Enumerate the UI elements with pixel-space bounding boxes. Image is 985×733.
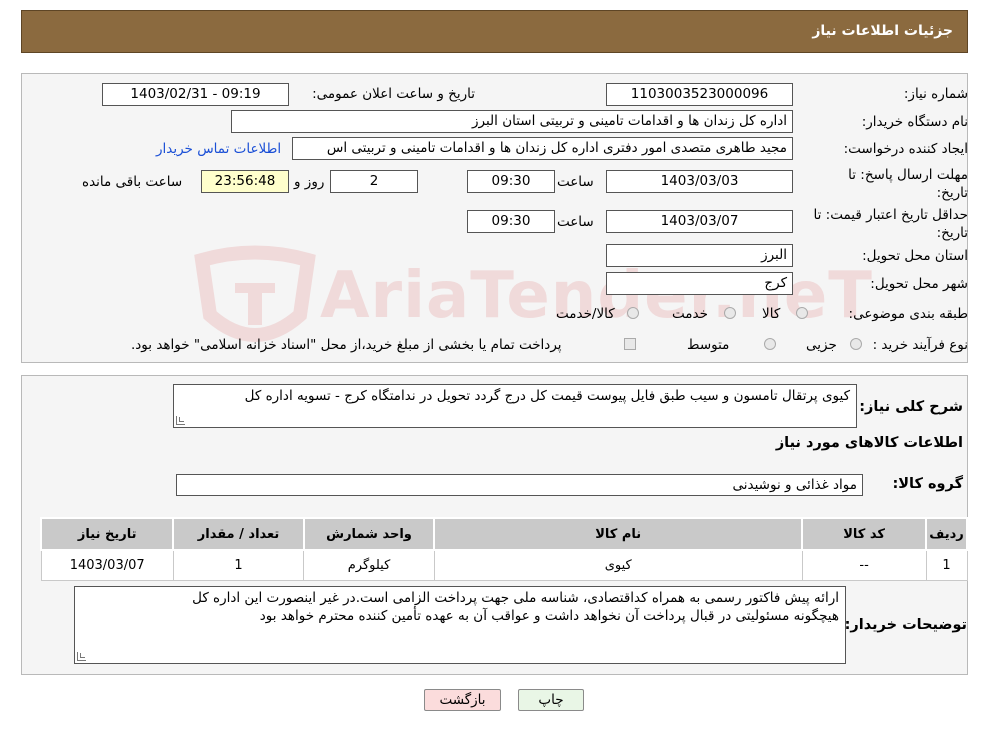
- buyer-contact-link[interactable]: اطلاعات تماس خریدار: [156, 141, 281, 157]
- need-number-field: 1103003523000096: [606, 83, 793, 106]
- table-row: 1 -- کیوی کیلوگرم 1 1403/03/07: [40, 549, 968, 581]
- cell-date: 1403/03/07: [40, 549, 174, 581]
- category-goods-radio[interactable]: [796, 307, 808, 319]
- deadline-time-field: 09:30: [467, 170, 555, 193]
- buyer-notes-line1: ارائه پیش فاکتور رسمی به همراه کداقتصادی…: [192, 590, 839, 606]
- col-unit: واحد شمارش: [302, 517, 436, 551]
- items-table: ردیف کد کالا نام کالا واحد شمارش تعداد /…: [39, 517, 968, 581]
- treasury-note: پرداخت تمام یا بخشی از مبلغ خرید،از محل …: [131, 337, 562, 353]
- col-qty: تعداد / مقدار: [172, 517, 305, 551]
- deadline-time-label: ساعت: [557, 174, 594, 190]
- announce-datetime-label: تاریخ و ساعت اعلان عمومی:: [312, 86, 475, 102]
- goods-title: اطلاعات کالاهای مورد نیاز: [775, 435, 963, 451]
- col-name: نام کالا: [433, 517, 804, 551]
- goods-group-label: گروه کالا:: [892, 476, 963, 492]
- cell-row: 1: [925, 549, 968, 581]
- page-title: جزئیات اطلاعات نیاز: [812, 23, 953, 39]
- purchase-medium-label: متوسط: [687, 337, 730, 353]
- price-validity-time-label: ساعت: [557, 214, 594, 230]
- announce-datetime-field: 1403/02/31 - 09:19: [102, 83, 289, 106]
- cell-code: --: [801, 549, 927, 581]
- description-textarea: کیوی پرتقال تامسون و سیب طبق فایل پیوست …: [173, 384, 857, 428]
- cell-qty: 1: [172, 549, 305, 581]
- description-text: کیوی پرتقال تامسون و سیب طبق فایل پیوست …: [244, 388, 850, 404]
- category-goods-service-label: کالا/خدمت: [556, 306, 615, 322]
- col-date: تاریخ نیاز: [39, 517, 175, 551]
- need-number-label: شماره نیاز:: [903, 86, 968, 102]
- requester-field: مجید طاهری متصدی امور دفتری اداره کل زند…: [292, 137, 793, 160]
- resize-grip-icon[interactable]: [77, 652, 86, 661]
- deadline-days-label: روز و: [294, 174, 325, 190]
- province-field: البرز: [606, 244, 793, 267]
- buyer-notes-line2: هیچگونه مسئولیتی در قبال پرداخت آن نخواه…: [259, 608, 839, 624]
- province-label: استان محل تحویل:: [862, 248, 968, 264]
- treasury-checkbox[interactable]: [624, 338, 636, 350]
- buyer-notes-textarea: ارائه پیش فاکتور رسمی به همراه کداقتصادی…: [74, 586, 846, 664]
- page-header: جزئیات اطلاعات نیاز: [21, 10, 968, 53]
- requester-label: ایجاد کننده درخواست:: [843, 141, 968, 157]
- goods-group-field: مواد غذائی و نوشیدنی: [176, 474, 863, 496]
- purchase-medium-radio[interactable]: [764, 338, 776, 350]
- cell-name: کیوی: [433, 549, 803, 581]
- deadline-date-field: 1403/03/03: [606, 170, 793, 193]
- back-button[interactable]: بازگشت: [424, 689, 501, 711]
- cell-unit: کیلوگرم: [303, 549, 435, 581]
- print-button[interactable]: چاپ: [518, 689, 584, 711]
- purchase-type-label: نوع فرآیند خرید :: [872, 337, 968, 353]
- remaining-time-field: 23:56:48: [201, 170, 289, 193]
- resize-grip-icon[interactable]: [176, 416, 185, 425]
- price-validity-date-field: 1403/03/07: [606, 210, 793, 233]
- category-service-label: خدمت: [672, 306, 708, 322]
- buyer-notes-label: توضیحات خریدار:: [844, 617, 967, 633]
- category-label: طبقه بندی موضوعی:: [848, 306, 968, 322]
- buyer-org-label: نام دستگاه خریدار:: [861, 114, 968, 130]
- col-code: کد کالا: [801, 517, 928, 551]
- buyer-org-field: اداره کل زندان ها و اقدامات تامینی و ترب…: [231, 110, 793, 133]
- items-table-wrap: ردیف کد کالا نام کالا واحد شمارش تعداد /…: [39, 517, 968, 581]
- remaining-time-label: ساعت باقی مانده: [82, 174, 183, 190]
- purchase-minor-radio[interactable]: [850, 338, 862, 350]
- city-field: کرج: [606, 272, 793, 295]
- col-row: ردیف: [925, 517, 968, 551]
- deadline-days-field: 2: [330, 170, 418, 193]
- price-validity-label: حداقل تاریخ اعتبار قیمت: تا تاریخ:: [813, 207, 968, 241]
- category-goods-service-radio[interactable]: [627, 307, 639, 319]
- category-goods-label: کالا: [762, 306, 781, 322]
- city-label: شهر محل تحویل:: [870, 276, 968, 292]
- purchase-minor-label: جزیی: [806, 337, 837, 353]
- category-service-radio[interactable]: [724, 307, 736, 319]
- price-validity-time-field: 09:30: [467, 210, 555, 233]
- items-table-header: ردیف کد کالا نام کالا واحد شمارش تعداد /…: [39, 517, 968, 551]
- description-label: شرح کلی نیاز:: [859, 399, 963, 415]
- deadline-label: مهلت ارسال پاسخ: تا تاریخ:: [848, 167, 968, 201]
